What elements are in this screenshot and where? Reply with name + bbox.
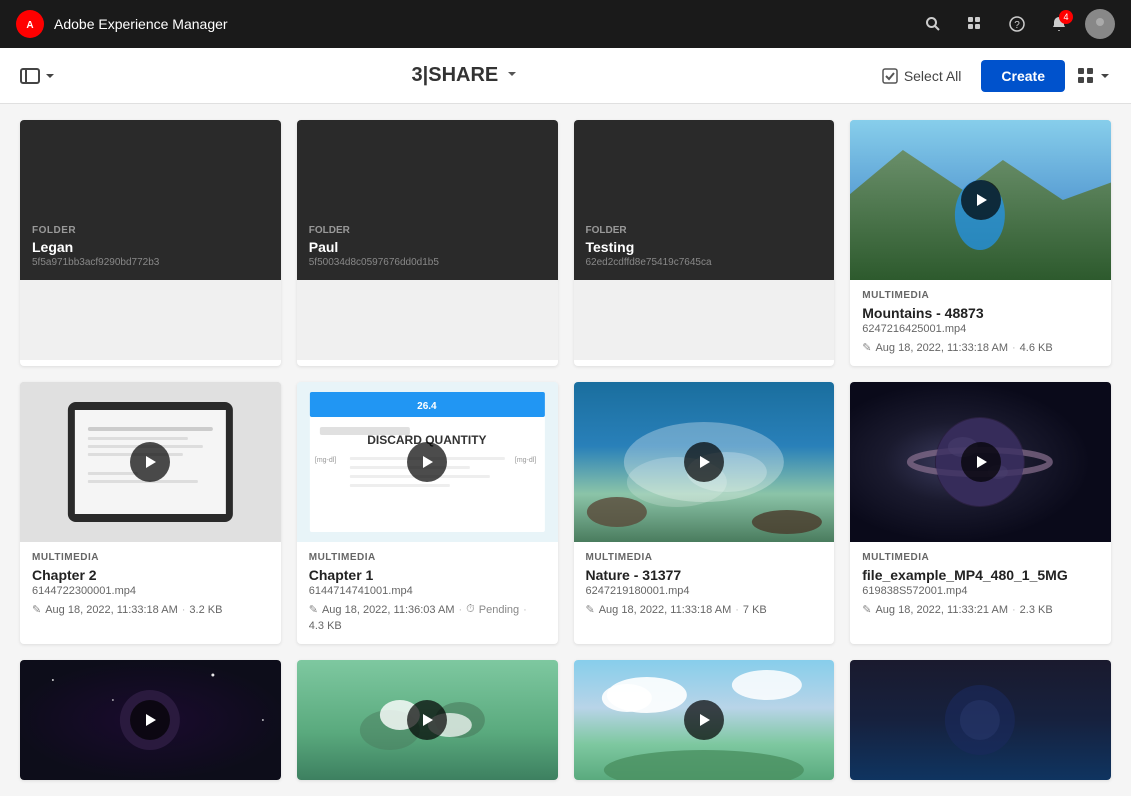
card-thumbnail-file-example <box>850 382 1111 542</box>
folder-info-testing: FOLDER Testing 62ed2cdffd8e75419c7645ca <box>574 215 835 280</box>
folder-name: Legan <box>32 239 269 255</box>
apps-grid-icon[interactable] <box>959 8 991 40</box>
card-thumbnail-partial-2 <box>297 660 558 780</box>
asset-grid: FOLDER Legan 5f5a971bb3acf9290bd772b3 FO… <box>0 104 1131 796</box>
folder-info: FOLDER Legan 5f5a971bb3acf9290bd772b3 <box>20 215 281 280</box>
svg-text:?: ? <box>1014 20 1020 31</box>
card-type-file-example: MULTIMEDIA <box>862 552 1099 563</box>
folder-id: 5f5a971bb3acf9290bd772b3 <box>32 257 269 268</box>
card-nature[interactable]: MULTIMEDIA Nature - 31377 6247219180001.… <box>574 382 835 644</box>
card-meta-chapter1: ✎ Aug 18, 2022, 11:36:03 AM · ⏱ Pending … <box>309 603 546 632</box>
select-all-label: Select All <box>904 68 962 84</box>
notification-bell-icon[interactable]: 4 <box>1043 8 1075 40</box>
card-thumbnail-chapter2 <box>20 382 281 542</box>
card-filename-file-example: 619838S572001.mp4 <box>862 585 1099 597</box>
card-body-chapter2: MULTIMEDIA Chapter 2 6144722300001.mp4 ✎… <box>20 542 281 628</box>
card-partial-3[interactable] <box>574 660 835 780</box>
folder-preview-area-paul <box>297 280 558 360</box>
card-body-mountains: MULTIMEDIA Mountains - 48873 62472164250… <box>850 280 1111 366</box>
svg-text:[mg-dl]: [mg-dl] <box>515 457 536 464</box>
play-button-partial2[interactable] <box>407 700 447 740</box>
folder-card-paul[interactable]: FOLDER Paul 5f50034d8c0597676dd0d1b5 <box>297 120 558 366</box>
search-icon[interactable] <box>917 8 949 40</box>
play-button-nature[interactable] <box>684 442 724 482</box>
folder-card-legan[interactable]: FOLDER Legan 5f5a971bb3acf9290bd772b3 <box>20 120 281 366</box>
card-title-file-example: file_example_MP4_480_1_5MG <box>862 567 1099 583</box>
card-title-chapter1: Chapter 1 <box>309 567 546 583</box>
card-meta-mountains: ✎ Aug 18, 2022, 11:33:18 AM · 4.6 KB <box>862 341 1099 354</box>
play-button-partial1[interactable] <box>130 700 170 740</box>
brand-name: Adobe Experience Manager <box>54 16 228 32</box>
folder-id-paul: 5f50034d8c0597676dd0d1b5 <box>309 257 546 268</box>
svg-text:A: A <box>26 20 33 31</box>
folder-preview-area <box>20 280 281 360</box>
toolbar: 3|SHARE Select All Create <box>0 48 1131 104</box>
folder-name-testing: Testing <box>586 239 823 255</box>
folder-card-testing[interactable]: FOLDER Testing 62ed2cdffd8e75419c7645ca <box>574 120 835 366</box>
brand-icon: A <box>16 10 44 38</box>
notification-badge: 4 <box>1059 10 1073 24</box>
folder-thumbnail-testing: FOLDER Testing 62ed2cdffd8e75419c7645ca <box>574 120 835 280</box>
card-partial-4[interactable] <box>850 660 1111 780</box>
help-icon[interactable]: ? <box>1001 8 1033 40</box>
folder-id-testing: 62ed2cdffd8e75419c7645ca <box>586 257 823 268</box>
card-partial-1[interactable] <box>20 660 281 780</box>
card-thumbnail-chapter1: 26.4 DISCARD QUANTITY [mg-dl] [mg-dl] <box>297 382 558 542</box>
play-button-chapter2[interactable] <box>130 442 170 482</box>
card-chapter1[interactable]: 26.4 DISCARD QUANTITY [mg-dl] [mg-dl] MU… <box>297 382 558 644</box>
card-filename-chapter1: 6144714741001.mp4 <box>309 585 546 597</box>
card-meta-chapter2: ✎ Aug 18, 2022, 11:33:18 AM · 3.2 KB <box>32 603 269 616</box>
folder-type-label: FOLDER <box>309 225 546 236</box>
card-file-example[interactable]: MULTIMEDIA file_example_MP4_480_1_5MG 61… <box>850 382 1111 644</box>
card-thumbnail-partial-3 <box>574 660 835 780</box>
card-thumbnail-mountains <box>850 120 1111 280</box>
view-toggle[interactable] <box>1077 67 1111 85</box>
svg-text:[mg-dl]: [mg-dl] <box>315 457 336 464</box>
play-button-file-example[interactable] <box>961 442 1001 482</box>
card-filename-mountains: 6247216425001.mp4 <box>862 323 1099 335</box>
sidebar-toggle[interactable] <box>20 68 56 84</box>
card-body-file-example: MULTIMEDIA file_example_MP4_480_1_5MG 61… <box>850 542 1111 628</box>
play-button-chapter1[interactable] <box>407 442 447 482</box>
card-filename-nature: 6247219180001.mp4 <box>586 585 823 597</box>
folder-info-paul: FOLDER Paul 5f50034d8c0597676dd0d1b5 <box>297 215 558 280</box>
title-area: 3|SHARE <box>68 64 862 87</box>
card-thumbnail-partial-1 <box>20 660 281 780</box>
folder-thumbnail-paul: FOLDER Paul 5f50034d8c0597676dd0d1b5 <box>297 120 558 280</box>
card-title-mountains: Mountains - 48873 <box>862 305 1099 321</box>
card-type-chapter2: MULTIMEDIA <box>32 552 269 563</box>
folder-type-label: FOLDER <box>32 225 269 236</box>
card-title-chapter2: Chapter 2 <box>32 567 269 583</box>
card-filename-chapter2: 6144722300001.mp4 <box>32 585 269 597</box>
card-mountains[interactable]: MULTIMEDIA Mountains - 48873 62472164250… <box>850 120 1111 366</box>
folder-preview-area-testing <box>574 280 835 360</box>
card-thumbnail-nature <box>574 382 835 542</box>
card-title-nature: Nature - 31377 <box>586 567 823 583</box>
title-dropdown-icon[interactable] <box>506 67 518 85</box>
card-thumbnail-partial-4 <box>850 660 1111 780</box>
play-button-mountains[interactable] <box>961 180 1001 220</box>
card-body-nature: MULTIMEDIA Nature - 31377 6247219180001.… <box>574 542 835 628</box>
create-button[interactable]: Create <box>981 60 1065 92</box>
top-navigation: A Adobe Experience Manager ? 4 <box>0 0 1131 48</box>
card-body-chapter1: MULTIMEDIA Chapter 1 6144714741001.mp4 ✎… <box>297 542 558 644</box>
page-title: 3|SHARE <box>412 64 499 87</box>
right-actions: Select All Create <box>874 60 1111 92</box>
card-partial-2[interactable] <box>297 660 558 780</box>
card-type-nature: MULTIMEDIA <box>586 552 823 563</box>
folder-type-label: FOLDER <box>586 225 823 236</box>
card-type-chapter1: MULTIMEDIA <box>309 552 546 563</box>
card-meta-nature: ✎ Aug 18, 2022, 11:33:18 AM · 7 KB <box>586 603 823 616</box>
play-button-partial3[interactable] <box>684 700 724 740</box>
folder-name-paul: Paul <box>309 239 546 255</box>
folder-thumbnail-legan: FOLDER Legan 5f5a971bb3acf9290bd772b3 <box>20 120 281 280</box>
card-type-mountains: MULTIMEDIA <box>862 290 1099 301</box>
card-meta-file-example: ✎ Aug 18, 2022, 11:33:21 AM · 2.3 KB <box>862 603 1099 616</box>
select-all-button[interactable]: Select All <box>874 64 970 88</box>
svg-text:26.4: 26.4 <box>417 401 437 412</box>
card-chapter2[interactable]: MULTIMEDIA Chapter 2 6144722300001.mp4 ✎… <box>20 382 281 644</box>
user-avatar[interactable] <box>1085 9 1115 39</box>
